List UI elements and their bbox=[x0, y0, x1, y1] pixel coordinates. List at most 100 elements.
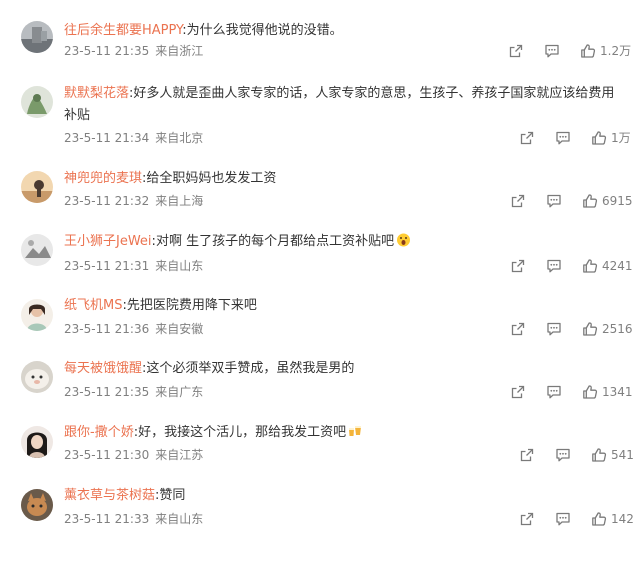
avatar[interactable] bbox=[21, 234, 53, 266]
comment-icon[interactable] bbox=[555, 447, 571, 463]
comment-location: 来自江苏 bbox=[155, 448, 204, 462]
like-button[interactable]: 142 bbox=[591, 511, 634, 527]
like-count: 1.2万 bbox=[600, 44, 632, 58]
comment-actions: 1341 bbox=[510, 384, 633, 400]
comment-location: 来自安徽 bbox=[155, 322, 204, 336]
comment-content: 好，我接这个活儿，那给我发工资吧 bbox=[138, 425, 347, 440]
comment-meta: 23-5-11 21:30 来自江苏 bbox=[64, 447, 203, 463]
share-icon[interactable] bbox=[519, 130, 535, 146]
comment-text: 王小狮子JeWei:对啊 生了孩子的每个月都给点工资补贴吧 bbox=[64, 231, 624, 253]
scream-emoji bbox=[396, 233, 411, 247]
comment-icon[interactable] bbox=[546, 321, 562, 337]
comment-text: 每天被饿饿醒:这个必须举双手赞成，虽然我是男的 bbox=[64, 361, 355, 376]
like-count: 541 bbox=[611, 448, 634, 462]
comment-date: 23-5-11 21:33 bbox=[64, 512, 150, 526]
comment-meta: 23-5-11 21:33 来自山东 bbox=[64, 511, 203, 527]
comment-meta: 23-5-11 21:35 来自浙江 bbox=[64, 43, 203, 59]
avatar[interactable] bbox=[21, 361, 53, 393]
username-link[interactable]: 往后余生都要HAPPY bbox=[64, 23, 182, 38]
comment-content: 先把医院费用降下来吧 bbox=[126, 298, 257, 313]
username-link[interactable]: 纸飞机MS bbox=[64, 298, 122, 313]
share-icon[interactable] bbox=[510, 193, 526, 209]
like-button[interactable]: 6915 bbox=[582, 193, 633, 209]
thumbs-up-icon bbox=[582, 384, 598, 400]
comment-meta: 23-5-11 21:35 来自广东 bbox=[64, 384, 203, 400]
comment-icon[interactable] bbox=[555, 511, 571, 527]
comment-content: 好多人就是歪曲人家专家的话，人家专家的意思，生孩子、养孩子国家就应该给费用补贴 bbox=[64, 86, 615, 123]
comment-text: 神兜兜的麦琪:给全职妈妈也发发工资 bbox=[64, 171, 277, 186]
thumbs-up-icon bbox=[582, 193, 598, 209]
username-link[interactable]: 默默梨花落 bbox=[64, 86, 129, 101]
comment-actions: 6915 bbox=[510, 193, 633, 209]
like-count: 1万 bbox=[611, 131, 631, 145]
avatar[interactable] bbox=[21, 426, 53, 458]
comment-text: 默默梨花落:好多人就是歪曲人家专家的话，人家专家的意思，生孩子、养孩子国家就应该… bbox=[64, 86, 615, 123]
share-icon[interactable] bbox=[508, 43, 524, 59]
thumbs-up-icon bbox=[582, 258, 598, 274]
avatar[interactable] bbox=[21, 86, 53, 118]
thumbs-up-icon bbox=[591, 447, 607, 463]
comment-location: 来自浙江 bbox=[155, 44, 204, 58]
avatar[interactable] bbox=[21, 299, 53, 331]
like-button[interactable]: 1341 bbox=[582, 384, 633, 400]
comment-icon[interactable] bbox=[546, 193, 562, 209]
thumbs-up-icon bbox=[580, 43, 596, 59]
comment-text: 跟你-撒个娇:好，我接这个活儿，那给我发工资吧 bbox=[64, 422, 624, 444]
comment-actions: 541 bbox=[519, 447, 634, 463]
share-icon[interactable] bbox=[510, 321, 526, 337]
comment-icon[interactable] bbox=[546, 258, 562, 274]
username-link[interactable]: 王小狮子JeWei bbox=[64, 234, 152, 249]
like-button[interactable]: 2516 bbox=[582, 321, 633, 337]
comment-meta: 23-5-11 21:36 来自安徽 bbox=[64, 321, 203, 337]
comment-meta: 23-5-11 21:32 来自上海 bbox=[64, 193, 203, 209]
like-button[interactable]: 1.2万 bbox=[580, 43, 631, 59]
comment-actions: 2516 bbox=[510, 321, 633, 337]
avatar[interactable] bbox=[21, 171, 53, 203]
comment-date: 23-5-11 21:31 bbox=[64, 259, 150, 273]
comment-text: 往后余生都要HAPPY:为什么我觉得他说的没错。 bbox=[64, 23, 343, 38]
like-count: 4241 bbox=[602, 259, 633, 273]
like-button[interactable]: 4241 bbox=[582, 258, 633, 274]
like-count: 142 bbox=[611, 512, 634, 526]
like-count: 2516 bbox=[602, 322, 633, 336]
like-button[interactable]: 541 bbox=[591, 447, 634, 463]
thumbs-up-icon bbox=[582, 321, 598, 337]
username-link[interactable]: 薰衣草与茶树菇 bbox=[64, 488, 155, 503]
share-icon[interactable] bbox=[510, 384, 526, 400]
avatar[interactable] bbox=[21, 21, 53, 53]
share-icon[interactable] bbox=[519, 447, 535, 463]
comment-content: 这个必须举双手赞成，虽然我是男的 bbox=[146, 361, 355, 376]
username-link[interactable]: 跟你-撒个娇 bbox=[64, 425, 134, 440]
comment-actions: 1.2万 bbox=[508, 43, 631, 59]
comment-location: 来自山东 bbox=[155, 512, 204, 526]
comment-content: 赞同 bbox=[159, 488, 186, 503]
comment-icon[interactable] bbox=[544, 43, 560, 59]
username-link[interactable]: 每天被饿饿醒 bbox=[64, 361, 142, 376]
like-count: 6915 bbox=[602, 194, 633, 208]
comment-meta: 23-5-11 21:31 来自山东 bbox=[64, 258, 203, 274]
like-button[interactable]: 1万 bbox=[591, 130, 631, 146]
comment-icon[interactable] bbox=[555, 130, 571, 146]
cheers-emoji bbox=[348, 424, 363, 438]
comment-date: 23-5-11 21:30 bbox=[64, 448, 150, 462]
like-count: 1341 bbox=[602, 385, 633, 399]
avatar[interactable] bbox=[21, 489, 53, 521]
comment-icon[interactable] bbox=[546, 384, 562, 400]
comment-date: 23-5-11 21:32 bbox=[64, 194, 150, 208]
share-icon[interactable] bbox=[510, 258, 526, 274]
username-link[interactable]: 神兜兜的麦琪 bbox=[64, 171, 142, 186]
comment-actions: 142 bbox=[519, 511, 634, 527]
comment-content: 对啊 生了孩子的每个月都给点工资补贴吧 bbox=[155, 234, 395, 249]
comment-content: 给全职妈妈也发发工资 bbox=[146, 171, 277, 186]
comment-meta: 23-5-11 21:34 来自北京 bbox=[64, 130, 203, 146]
comment-actions: 1万 bbox=[519, 130, 631, 146]
comment-location: 来自北京 bbox=[155, 131, 204, 145]
comment-text: 薰衣草与茶树菇:赞同 bbox=[64, 488, 186, 503]
comment-date: 23-5-11 21:35 bbox=[64, 44, 150, 58]
share-icon[interactable] bbox=[519, 511, 535, 527]
comment-location: 来自山东 bbox=[155, 259, 204, 273]
comment-date: 23-5-11 21:34 bbox=[64, 131, 150, 145]
comment-text: 纸飞机MS:先把医院费用降下来吧 bbox=[64, 298, 257, 313]
comment-location: 来自上海 bbox=[155, 194, 204, 208]
comment-date: 23-5-11 21:36 bbox=[64, 322, 150, 336]
